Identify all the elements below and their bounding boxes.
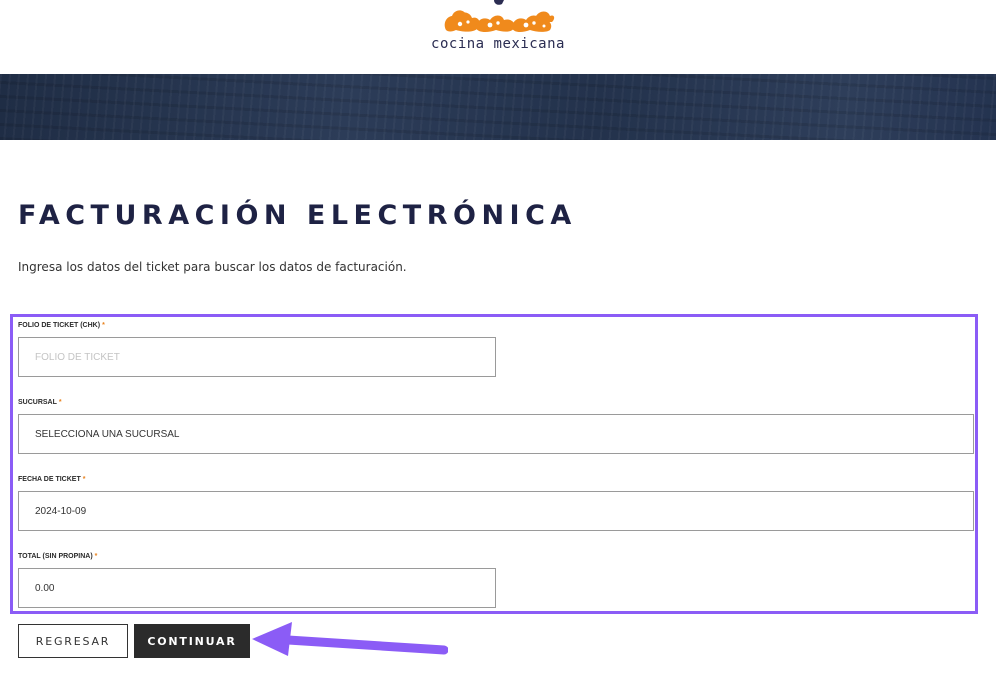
total-label: TOTAL (SIN PROPINA) * [18,553,97,560]
folio-label: FOLIO DE TICKET (CHK) * [18,322,105,329]
folio-input[interactable]: FOLIO DE TICKET [18,337,496,377]
sucursal-label: SUCURSAL * [18,399,62,406]
fecha-label-text: FECHA DE TICKET [18,476,81,483]
header-banner [0,74,996,140]
required-mark: * [94,553,98,560]
required-mark: * [102,322,105,329]
logo-tagline: cocina mexicana [431,36,565,52]
sucursal-select[interactable]: SELECCIONA UNA SUCURSAL [18,414,974,454]
sucursal-label-text: SUCURSAL [18,399,57,406]
total-input-value: 0.00 [35,582,55,594]
back-button[interactable]: REGRESAR [18,624,128,658]
page-title: FACTURACIÓN ELECTRÓNICA [18,200,577,231]
total-input[interactable]: 0.00 [18,568,496,608]
required-mark: * [58,399,62,406]
logo-ornament-icon [444,0,555,33]
sucursal-selected-value: SELECCIONA UNA SUCURSAL [35,428,180,440]
folio-input-placeholder: FOLIO DE TICKET [35,351,120,363]
fecha-label: FECHA DE TICKET * [18,476,85,483]
page: cocina mexicana FACTURACIÓN ELECTRÓNICA … [0,0,996,675]
page-subtitle: Ingresa los datos del ticket para buscar… [18,260,407,274]
continue-button[interactable]: CONTINUAR [134,624,250,658]
required-mark: * [82,476,86,483]
folio-label-text: FOLIO DE TICKET (CHK) [18,322,101,329]
fecha-input-value: 2024-10-09 [35,505,87,517]
total-label-text: TOTAL (SIN PROPINA) [18,553,93,560]
fecha-input[interactable]: 2024-10-09 [18,491,974,531]
annotation-arrow-icon [252,622,448,656]
header-logo-area: cocina mexicana [0,0,996,74]
